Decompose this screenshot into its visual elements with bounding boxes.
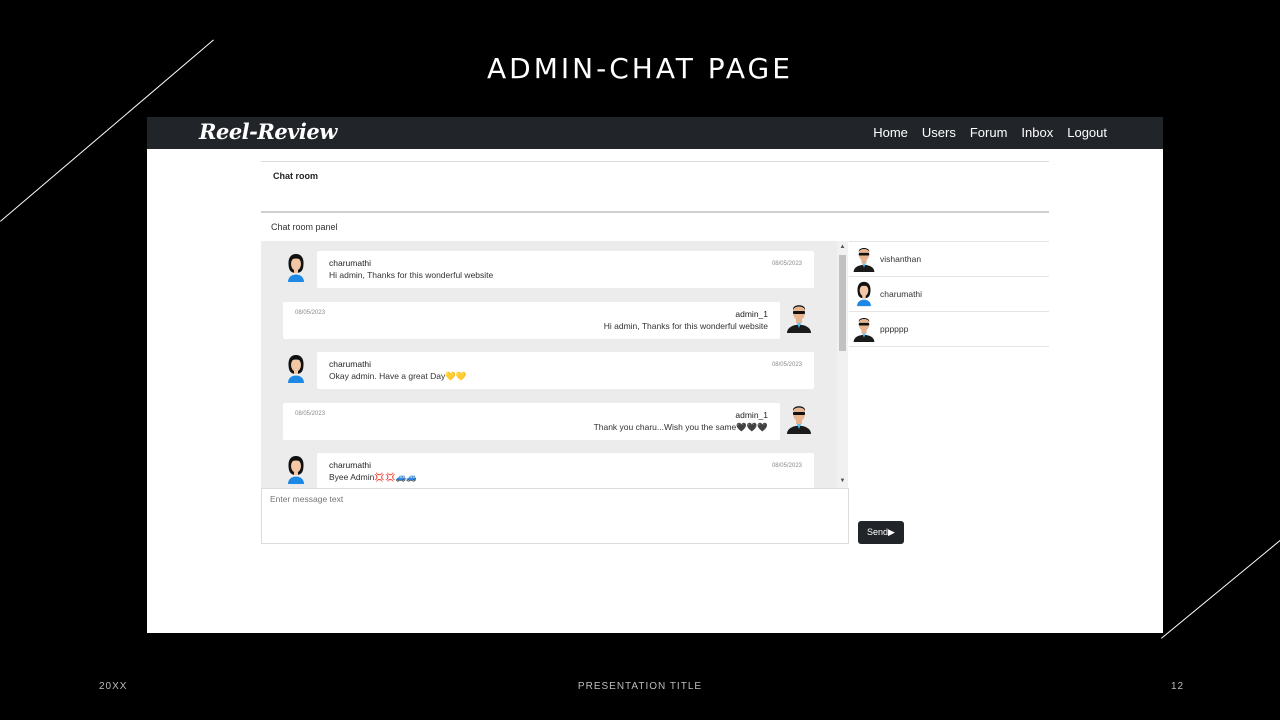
scroll-up-icon[interactable]: ▲ — [837, 244, 848, 250]
slide-title: ADMIN-CHAT PAGE — [487, 52, 793, 85]
male-avatar-icon — [853, 247, 875, 272]
male-avatar-icon — [787, 406, 811, 434]
user-name: pppppp — [880, 324, 909, 334]
nav-users[interactable]: Users — [922, 125, 956, 140]
female-avatar-icon — [288, 254, 304, 282]
message-bubble: charumathi 08/05/2023 Hi admin, Thanks f… — [317, 251, 814, 288]
brand-logo[interactable]: Reel-Review — [199, 119, 337, 144]
footer-presentation-title: PRESENTATION TITLE — [577, 681, 703, 692]
message-text: Byee Admin💢💢🚙🚙 — [329, 472, 417, 482]
chat-room-panel-label: Chat room panel — [271, 222, 338, 232]
message-date: 08/05/2023 — [771, 362, 802, 368]
user-list-item[interactable]: vishanthan — [849, 241, 1049, 277]
message-text: Okay admin. Have a great Day💛💛 — [329, 371, 467, 381]
message-bubble: charumathi 08/05/2023 Okay admin. Have a… — [317, 352, 814, 389]
message-sender: charumathi — [329, 258, 372, 268]
scroll-thumb[interactable] — [839, 255, 846, 351]
message-text: Hi admin, Thanks for this wonderful webs… — [603, 321, 768, 331]
scroll-down-icon[interactable]: ▼ — [837, 478, 848, 484]
female-avatar-icon — [857, 281, 871, 307]
message-item: charumathi 08/05/2023 Hi admin, Thanks f… — [261, 251, 848, 291]
user-list-item[interactable]: pppppp — [849, 312, 1049, 347]
message-sender: charumathi — [329, 359, 372, 369]
user-name: charumathi — [880, 289, 923, 299]
message-scrollbar[interactable]: ▲ ▼ — [837, 241, 848, 488]
nav-home[interactable]: Home — [873, 125, 908, 140]
user-name: vishanthan — [880, 254, 922, 264]
divider — [261, 161, 1049, 162]
chat-room-heading: Chat room — [273, 171, 318, 181]
message-sender: charumathi — [329, 460, 372, 470]
user-list-item[interactable]: charumathi — [849, 277, 1049, 312]
nav-links: Home Users Forum Inbox Logout — [873, 125, 1107, 140]
message-item: charumathi 08/05/2023 Byee Admin💢💢🚙🚙 — [261, 453, 848, 488]
decorative-line-bottom-right — [1161, 539, 1280, 639]
user-list: vishanthan charumathi pppppp — [849, 241, 1049, 347]
message-bubble: charumathi 08/05/2023 Byee Admin💢💢🚙🚙 — [317, 453, 814, 488]
message-date: 08/05/2023 — [771, 463, 802, 469]
message-date: 08/05/2023 — [295, 411, 326, 417]
message-bubble: 08/05/2023 admin_1 Hi admin, Thanks for … — [283, 302, 780, 339]
message-item: 08/05/2023 admin_1 Hi admin, Thanks for … — [261, 302, 848, 342]
nav-inbox[interactable]: Inbox — [1021, 125, 1053, 140]
footer-slide-number: 12 — [1171, 681, 1185, 692]
message-list[interactable]: charumathi 08/05/2023 Hi admin, Thanks f… — [261, 241, 848, 488]
male-avatar-icon — [853, 317, 875, 342]
message-input[interactable] — [262, 489, 848, 543]
message-bubble: 08/05/2023 admin_1 Thank you charu...Wis… — [283, 403, 780, 440]
message-date: 08/05/2023 — [771, 261, 802, 267]
nav-forum[interactable]: Forum — [970, 125, 1008, 140]
message-date: 08/05/2023 — [295, 310, 326, 316]
female-avatar-icon — [288, 355, 304, 383]
message-item: 08/05/2023 admin_1 Thank you charu...Wis… — [261, 403, 848, 443]
divider — [261, 211, 1049, 213]
message-text: Thank you charu...Wish you the same🖤🖤🖤 — [593, 422, 768, 432]
send-button[interactable]: Send▶ — [858, 521, 904, 544]
message-composer — [261, 488, 849, 544]
message-sender: admin_1 — [735, 309, 768, 319]
male-avatar-icon — [787, 305, 811, 333]
message-sender: admin_1 — [735, 410, 768, 420]
navbar: Reel-Review Home Users Forum Inbox Logou… — [147, 117, 1163, 149]
message-item: charumathi 08/05/2023 Okay admin. Have a… — [261, 352, 848, 392]
app-screenshot: Reel-Review Home Users Forum Inbox Logou… — [147, 117, 1163, 633]
nav-logout[interactable]: Logout — [1067, 125, 1107, 140]
female-avatar-icon — [288, 456, 304, 484]
message-text: Hi admin, Thanks for this wonderful webs… — [329, 270, 494, 280]
